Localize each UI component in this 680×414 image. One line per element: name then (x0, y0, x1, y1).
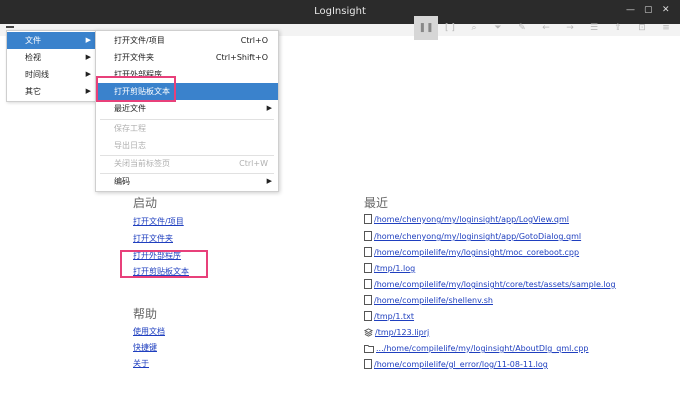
recent-item-path[interactable]: /home/compilelife/shellenv.sh (374, 296, 493, 305)
layers-icon (364, 327, 373, 337)
help-docs-link[interactable]: 使用文档 (133, 326, 165, 337)
shortcut-label: Ctrl+Shift+O (215, 53, 268, 62)
file-icon (364, 311, 372, 321)
recent-item-path[interactable]: /home/compilelife/my/loginsight/core/tes… (374, 280, 616, 289)
help-shortcuts-link[interactable]: 快捷键 (133, 342, 157, 353)
menu-other[interactable]: 其它 ▶ (7, 83, 97, 100)
forward-icon[interactable]: → (558, 16, 582, 40)
menu-file[interactable]: 文件 ▶ (7, 32, 97, 49)
highlight-icon[interactable]: ✎ (510, 16, 534, 40)
file-icon (364, 295, 372, 305)
file-icon (364, 279, 372, 289)
recent-item[interactable]: /home/chenyong/my/loginsight/app/LogView… (364, 213, 569, 227)
recent-item-path[interactable]: /home/compilelife/gl_error/log/11-08-11.… (374, 360, 548, 369)
shortcut-label: Ctrl+W (239, 159, 268, 168)
start-open-file-link[interactable]: 打开文件/项目 (133, 216, 184, 227)
menu-item-label: 编码 (114, 177, 130, 186)
file-icon (364, 263, 372, 273)
menu-item-label: 关闭当前标签页 (114, 159, 170, 168)
upload-icon[interactable]: ⇪ (606, 16, 630, 40)
close-icon[interactable]: ✕ (662, 5, 670, 15)
recent-item-path[interactable]: .../home/compilelife/my/loginsight/About… (376, 344, 589, 353)
menu-timeline[interactable]: 时间线 ▶ (7, 66, 97, 83)
minimize-icon[interactable]: — (626, 5, 635, 15)
chevron-right-icon: ▶ (85, 70, 91, 78)
menu-item-label: 打开文件/项目 (114, 36, 165, 45)
menu-icon[interactable]: ≡ (654, 16, 678, 40)
align-icon[interactable]: ☰ (582, 16, 606, 40)
chevron-right-icon: ▶ (85, 36, 91, 44)
recent-item-path[interactable]: /home/compilelife/my/loginsight/moc_core… (374, 248, 579, 257)
bracket-icon[interactable]: [ ] (438, 16, 462, 40)
recent-item-path[interactable]: /tmp/1.log (374, 264, 415, 273)
highlight-box (120, 250, 208, 278)
recent-item[interactable]: /tmp/123.liprj (364, 326, 429, 340)
recent-heading: 最近 (364, 196, 389, 210)
recent-item[interactable]: /home/compilelife/my/loginsight/core/tes… (364, 278, 616, 292)
lock-icon[interactable]: ⊡ (630, 16, 654, 40)
chevron-right-icon: ▶ (85, 87, 91, 95)
menu-item-close-tab: 关闭当前标签页 Ctrl+W (96, 155, 278, 172)
menu-item-label: 最近文件 (114, 104, 146, 113)
menu-item-encoding[interactable]: 编码 ▶ (96, 173, 278, 190)
recent-item[interactable]: /home/compilelife/gl_error/log/11-08-11.… (364, 358, 548, 372)
file-icon (364, 359, 372, 369)
menu-item-recent-files[interactable]: 最近文件 ▶ (96, 100, 278, 117)
menu-view-label: 检视 (25, 53, 41, 62)
recent-item[interactable]: /home/compilelife/shellenv.sh (364, 294, 493, 308)
recent-item-path[interactable]: /tmp/1.txt (374, 312, 414, 321)
menu-item-open-file[interactable]: 打开文件/项目 Ctrl+O (96, 32, 278, 49)
toolbar-icons: ❚❚ [ ] ⌕ ⏷ ✎ ← → ☰ ⇪ ⊡ ≡ (414, 16, 678, 40)
search-icon[interactable]: ⌕ (462, 16, 486, 40)
file-submenu: 打开文件/项目 Ctrl+O 打开文件夹 Ctrl+Shift+O 打开外部程序 打… (95, 30, 279, 192)
file-icon (364, 214, 372, 224)
file-icon (364, 247, 372, 257)
menu-item-label: 保存工程 (114, 124, 146, 133)
recent-item[interactable]: /tmp/1.log (364, 262, 415, 276)
chevron-right-icon: ▶ (85, 53, 91, 61)
menu-other-label: 其它 (25, 87, 41, 96)
chevron-right-icon: ▶ (266, 177, 272, 185)
recent-item[interactable]: /home/chenyong/my/loginsight/app/GotoDia… (364, 230, 581, 244)
menu-item-open-folder[interactable]: 打开文件夹 Ctrl+Shift+O (96, 49, 278, 66)
recent-item-path[interactable]: /home/chenyong/my/loginsight/app/LogView… (374, 215, 569, 224)
recent-item[interactable]: /tmp/1.txt (364, 310, 414, 324)
folder-icon (364, 344, 374, 353)
menu-item-export-log: 导出日志 (96, 137, 278, 154)
start-heading: 启动 (133, 196, 158, 210)
menu-item-save-project: 保存工程 (96, 120, 278, 137)
menu-view[interactable]: 检视 ▶ (7, 49, 97, 66)
menu-file-label: 文件 (25, 36, 41, 45)
shortcut-label: Ctrl+O (240, 36, 268, 45)
recent-item[interactable]: /home/compilelife/my/loginsight/moc_core… (364, 246, 579, 260)
recent-item-path[interactable]: /tmp/123.liprj (375, 328, 429, 337)
menu-timeline-label: 时间线 (25, 70, 49, 79)
maximize-icon[interactable]: ▢ (644, 5, 653, 15)
highlight-box (96, 76, 176, 102)
menu-item-label: 导出日志 (114, 141, 146, 150)
recent-item[interactable]: .../home/compilelife/my/loginsight/About… (364, 342, 589, 356)
help-about-link[interactable]: 关于 (133, 358, 149, 369)
recent-item-path[interactable]: /home/chenyong/my/loginsight/app/GotoDia… (374, 232, 581, 241)
file-icon (364, 231, 372, 241)
help-heading: 帮助 (133, 307, 158, 321)
menu-item-label: 打开文件夹 (114, 53, 154, 62)
filter-icon[interactable]: ⏷ (486, 16, 510, 40)
pause-icon[interactable]: ❚❚ (414, 16, 438, 40)
back-icon[interactable]: ← (534, 16, 558, 40)
main-menu: 文件 ▶ 检视 ▶ 时间线 ▶ 其它 ▶ (6, 30, 98, 102)
start-open-folder-link[interactable]: 打开文件夹 (133, 233, 173, 244)
chevron-right-icon: ▶ (266, 104, 272, 112)
